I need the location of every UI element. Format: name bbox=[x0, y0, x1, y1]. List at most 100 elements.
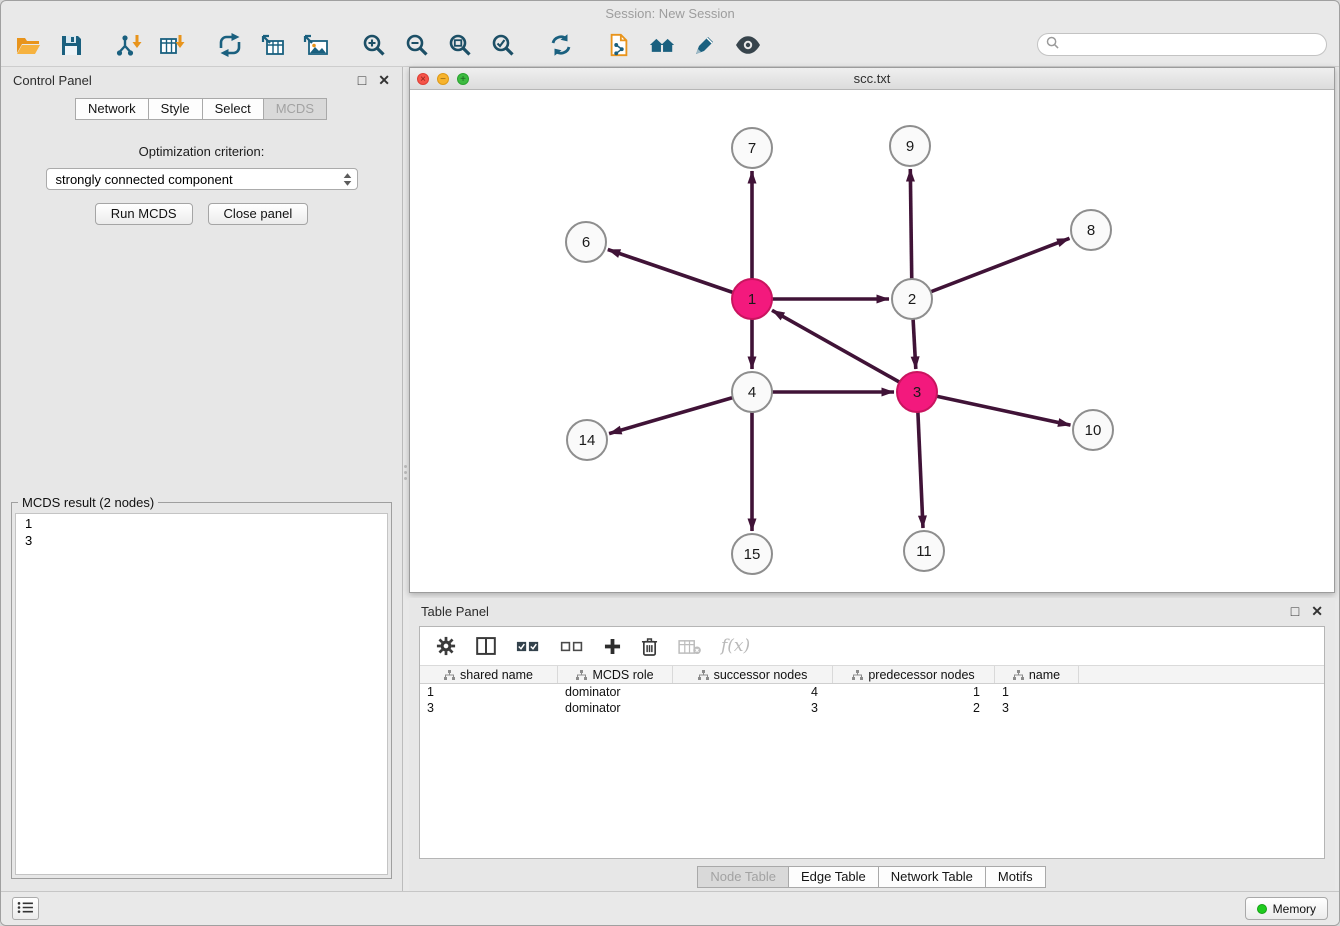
table-cell: 1 bbox=[420, 685, 558, 699]
network-window-titlebar[interactable]: scc.txt ×−+ bbox=[410, 68, 1334, 90]
column-header-shared-name[interactable]: shared name bbox=[420, 666, 558, 683]
export-network-icon bbox=[217, 33, 243, 57]
graph-node-10[interactable]: 10 bbox=[1073, 410, 1113, 450]
column-header-predecessor-nodes[interactable]: predecessor nodes bbox=[833, 666, 995, 683]
tab-network[interactable]: Network bbox=[75, 98, 149, 120]
graph-node-14[interactable]: 14 bbox=[567, 420, 607, 460]
mcds-result-list[interactable]: 13 bbox=[15, 513, 388, 875]
memory-button[interactable]: Memory bbox=[1245, 897, 1328, 920]
apply-layout-button[interactable] bbox=[546, 30, 576, 60]
graph-node-15[interactable]: 15 bbox=[732, 534, 772, 574]
run-mcds-button[interactable]: Run MCDS bbox=[95, 203, 193, 225]
show-hide-details-button[interactable] bbox=[733, 30, 763, 60]
unselect-all-rows-button[interactable] bbox=[560, 640, 584, 653]
zoom-in-icon bbox=[361, 33, 387, 57]
table-panel-title: Table Panel bbox=[421, 604, 489, 619]
graph-edge-3-1[interactable] bbox=[772, 310, 917, 392]
export-table-button[interactable] bbox=[258, 30, 288, 60]
close-window-icon[interactable]: × bbox=[417, 73, 429, 85]
table-cell: dominator bbox=[558, 701, 673, 715]
tab-mcds[interactable]: MCDS bbox=[263, 98, 327, 120]
table-tab-edge-table[interactable]: Edge Table bbox=[788, 866, 879, 888]
close-panel-button[interactable]: Close panel bbox=[208, 203, 309, 225]
export-network-button[interactable] bbox=[215, 30, 245, 60]
search-input[interactable] bbox=[1064, 37, 1318, 52]
graph-node-4[interactable]: 4 bbox=[732, 372, 772, 412]
sort-icon bbox=[444, 670, 455, 680]
graph-node-2[interactable]: 2 bbox=[892, 279, 932, 319]
control-panel-title: Control Panel bbox=[13, 73, 92, 88]
export-image-button[interactable] bbox=[301, 30, 331, 60]
graph-node-6[interactable]: 6 bbox=[566, 222, 606, 262]
graph-edge-4-14[interactable] bbox=[609, 392, 752, 434]
unselect-all-rows-icon bbox=[560, 640, 584, 653]
import-network-button[interactable] bbox=[114, 30, 144, 60]
sort-icon bbox=[1013, 670, 1024, 680]
panel-menu-button[interactable] bbox=[12, 897, 39, 920]
open-session-icon bbox=[15, 33, 41, 57]
criterion-select[interactable]: strongly connected component bbox=[46, 168, 358, 190]
result-line: 3 bbox=[25, 532, 378, 549]
table-row[interactable]: 1dominator411 bbox=[420, 684, 1324, 700]
graph-edge-1-6[interactable] bbox=[608, 250, 752, 300]
close-icon[interactable]: ✕ bbox=[1311, 604, 1323, 618]
graph-node-9[interactable]: 9 bbox=[890, 126, 930, 166]
graph-edge-2-8[interactable] bbox=[912, 238, 1070, 299]
zoom-selected-button[interactable] bbox=[488, 30, 518, 60]
new-network-from-selection-button[interactable] bbox=[604, 30, 634, 60]
close-icon[interactable]: ✕ bbox=[378, 73, 390, 87]
tab-select[interactable]: Select bbox=[202, 98, 264, 120]
svg-text:1: 1 bbox=[748, 291, 756, 308]
split-columns-button[interactable] bbox=[476, 637, 496, 655]
graph-edge-3-10[interactable] bbox=[917, 392, 1071, 425]
application-window: Session: New Session Control Panel □ ✕ N… bbox=[0, 0, 1340, 926]
save-session-button[interactable] bbox=[56, 30, 86, 60]
graph-node-7[interactable]: 7 bbox=[732, 128, 772, 168]
table-cell: 1 bbox=[833, 685, 995, 699]
table-settings-button[interactable] bbox=[436, 636, 456, 656]
zoom-window-icon[interactable]: + bbox=[457, 73, 469, 85]
minimize-window-icon[interactable]: − bbox=[437, 73, 449, 85]
graph-node-11[interactable]: 11 bbox=[904, 531, 944, 571]
table-tab-motifs[interactable]: Motifs bbox=[985, 866, 1046, 888]
delete-table-button bbox=[678, 638, 701, 655]
select-all-rows-button[interactable] bbox=[516, 640, 540, 653]
zoom-out-button[interactable] bbox=[402, 30, 432, 60]
delete-table-icon bbox=[678, 638, 701, 655]
panel-divider-grip[interactable] bbox=[402, 459, 409, 485]
column-header-name[interactable]: name bbox=[995, 666, 1079, 683]
graph-node-1[interactable]: 1 bbox=[732, 279, 772, 319]
svg-text:2: 2 bbox=[908, 291, 916, 308]
function-builder-icon: f(x) bbox=[721, 636, 750, 656]
svg-text:10: 10 bbox=[1085, 422, 1102, 439]
delete-column-icon bbox=[641, 637, 658, 656]
column-header-successor-nodes[interactable]: successor nodes bbox=[673, 666, 833, 683]
status-bar: Memory bbox=[1, 891, 1339, 925]
network-canvas[interactable]: 7 9 6 8 1 2 4 3 14 10 15 11 bbox=[410, 90, 1334, 592]
graph-node-8[interactable]: 8 bbox=[1071, 210, 1111, 250]
float-icon[interactable]: □ bbox=[1291, 604, 1299, 618]
set-visual-style-button[interactable] bbox=[690, 30, 720, 60]
float-icon[interactable]: □ bbox=[358, 73, 366, 87]
delete-column-button[interactable] bbox=[641, 637, 658, 656]
open-session-button[interactable] bbox=[13, 30, 43, 60]
zoom-in-button[interactable] bbox=[359, 30, 389, 60]
control-panel: Control Panel □ ✕ NetworkStyleSelectMCDS… bbox=[1, 67, 403, 893]
tab-style[interactable]: Style bbox=[148, 98, 203, 120]
svg-text:9: 9 bbox=[906, 138, 914, 155]
table-tab-node-table[interactable]: Node Table bbox=[697, 866, 789, 888]
import-table-button[interactable] bbox=[157, 30, 187, 60]
add-column-button[interactable] bbox=[604, 638, 621, 655]
search-field[interactable] bbox=[1037, 33, 1327, 56]
first-neighbors-button[interactable] bbox=[647, 30, 677, 60]
window-title: Session: New Session bbox=[605, 6, 734, 21]
zoom-out-icon bbox=[404, 33, 430, 57]
column-header-label: shared name bbox=[460, 668, 533, 682]
mcds-result-title: MCDS result (2 nodes) bbox=[18, 495, 158, 510]
graph-node-3[interactable]: 3 bbox=[897, 372, 937, 412]
table-panel-tabs: Node TableEdge TableNetwork TableMotifs bbox=[409, 866, 1335, 888]
table-tab-network-table[interactable]: Network Table bbox=[878, 866, 986, 888]
zoom-fit-button[interactable] bbox=[445, 30, 475, 60]
table-row[interactable]: 3dominator323 bbox=[420, 700, 1324, 716]
column-header-mcds-role[interactable]: MCDS role bbox=[558, 666, 673, 683]
